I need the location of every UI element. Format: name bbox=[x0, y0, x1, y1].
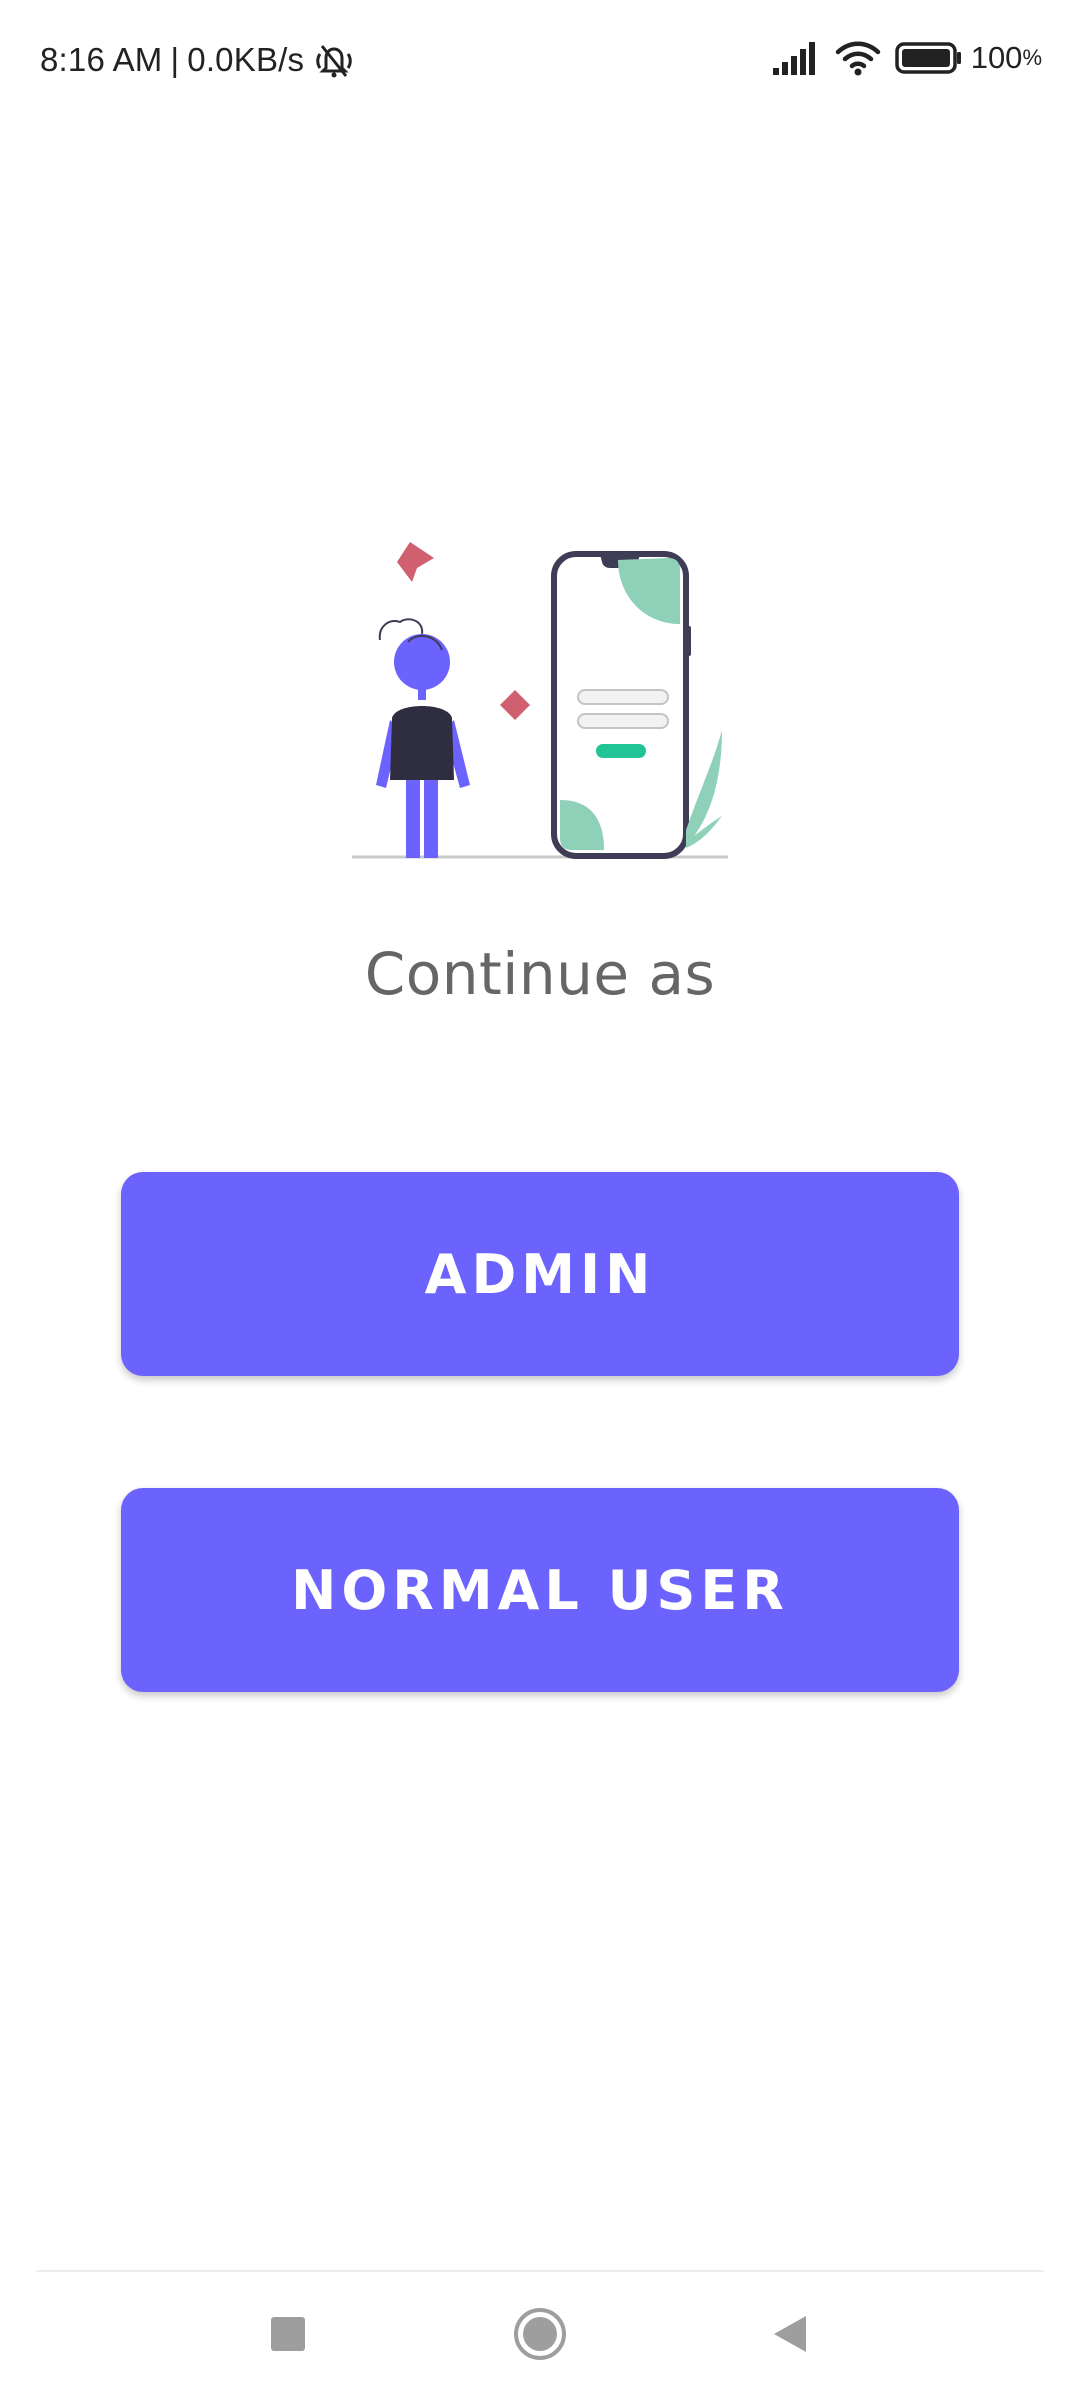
battery-icon bbox=[894, 41, 963, 75]
back-button[interactable] bbox=[730, 2272, 850, 2400]
wifi-icon bbox=[835, 40, 881, 76]
status-left: 8:16 AM | 0.0KB/s bbox=[40, 40, 356, 80]
status-right: 100% bbox=[771, 40, 1042, 76]
network-speed: 0.0KB/s bbox=[187, 41, 305, 78]
back-icon bbox=[770, 2312, 810, 2361]
recents-icon bbox=[268, 2314, 308, 2359]
login-illustration bbox=[350, 530, 730, 870]
navigation-bar bbox=[0, 2272, 1080, 2400]
battery-percent: 100% bbox=[971, 40, 1042, 76]
signal-icon bbox=[771, 40, 821, 76]
recents-button[interactable] bbox=[228, 2272, 348, 2400]
normal-user-button[interactable]: NORMAL USER bbox=[121, 1488, 959, 1692]
admin-button[interactable]: ADMIN bbox=[121, 1172, 959, 1376]
mute-icon bbox=[312, 40, 356, 80]
status-bar: 8:16 AM | 0.0KB/s 100 % bbox=[0, 0, 1080, 130]
status-separator: | bbox=[170, 41, 180, 78]
continue-as-label: Continue as bbox=[364, 940, 716, 1008]
status-time: 8:16 AM bbox=[40, 41, 163, 78]
battery-percent-value: 100 bbox=[970, 40, 1023, 75]
home-icon bbox=[512, 2306, 568, 2367]
home-button[interactable] bbox=[480, 2272, 600, 2400]
battery-percent-unit: % bbox=[1022, 45, 1042, 70]
